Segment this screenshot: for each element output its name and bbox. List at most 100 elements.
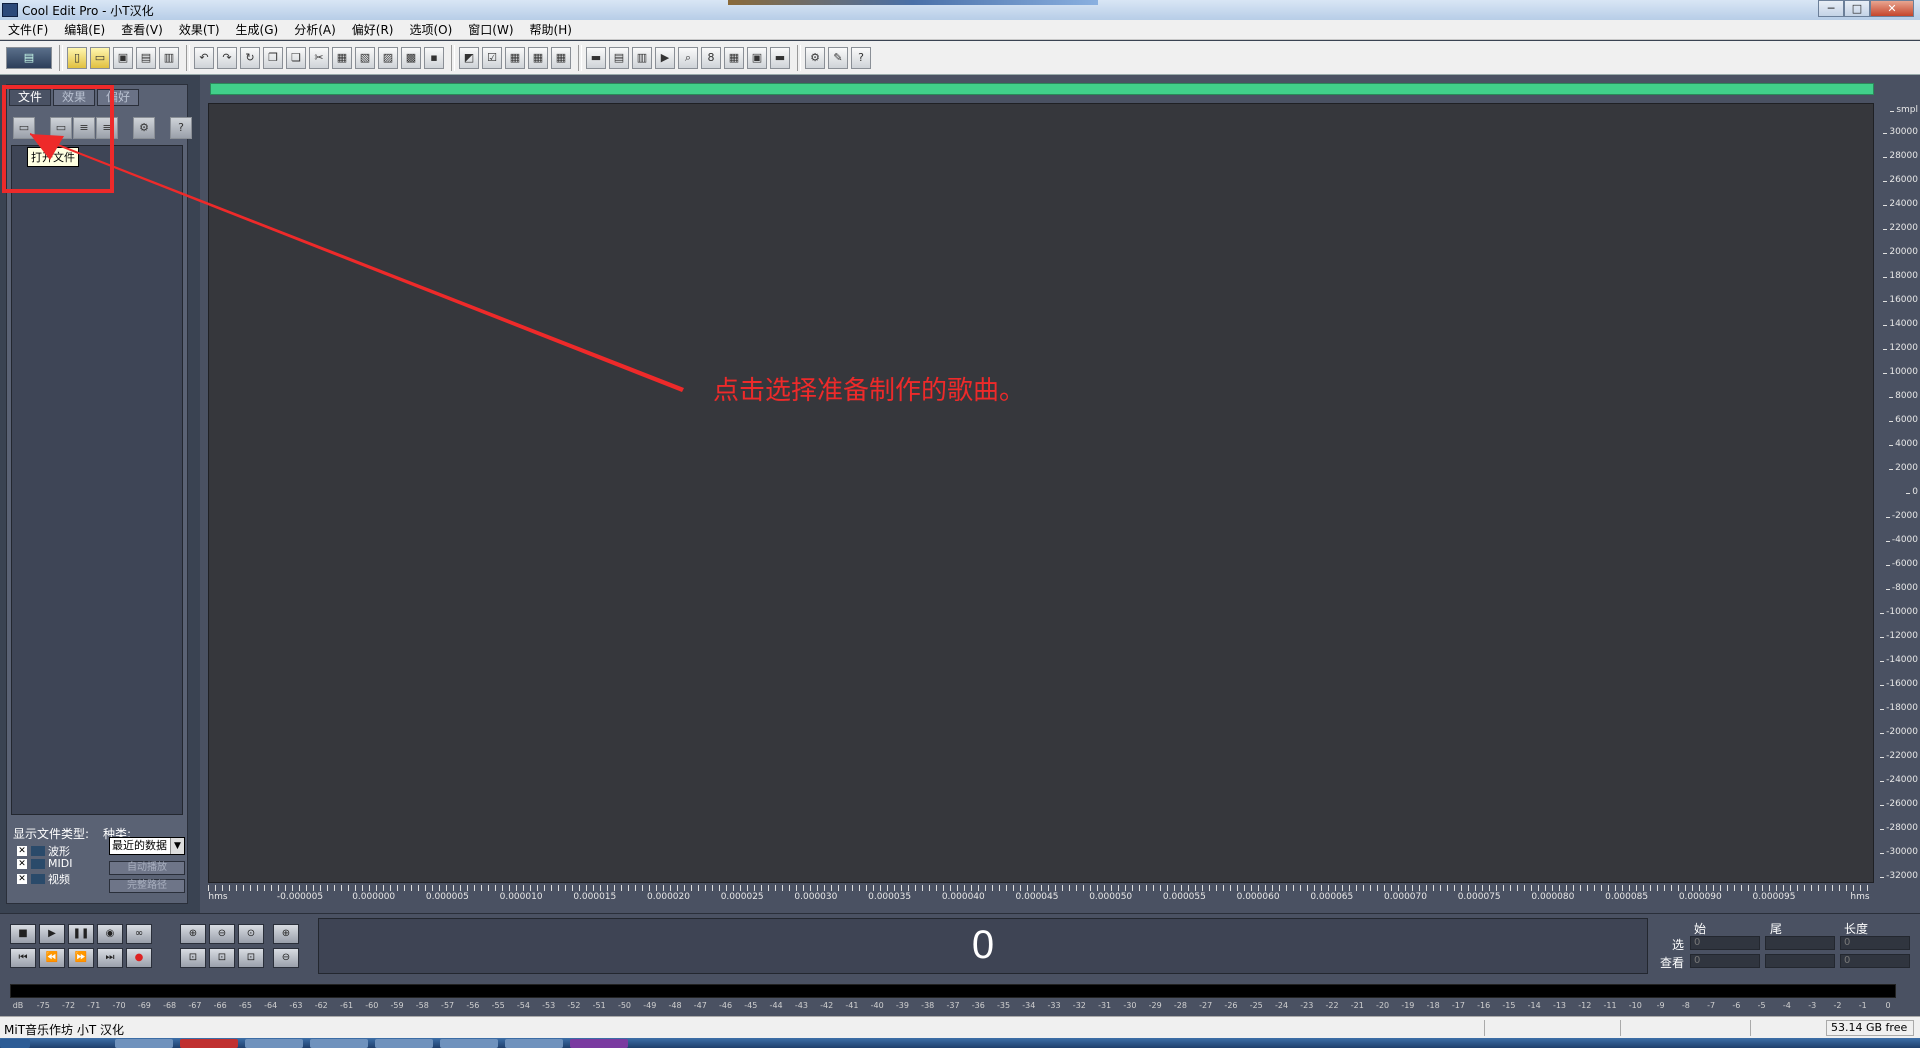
play-to-end-icon[interactable]: ◉ xyxy=(97,924,123,944)
kind-select[interactable]: 最近的数据 ▼ xyxy=(109,837,185,855)
zoom-out-icon[interactable]: ⊖ xyxy=(209,924,235,944)
menu-window[interactable]: 窗口(W) xyxy=(460,21,521,38)
meter-tick-label: -7 xyxy=(1707,1001,1716,1010)
menu-effects[interactable]: 效果(T) xyxy=(171,21,228,38)
go-to-end-icon[interactable]: ⏭ xyxy=(97,948,123,968)
open-file-icon[interactable]: ▭ xyxy=(90,46,110,69)
type-midi-checkbox[interactable]: ✕ MIDI xyxy=(17,857,72,870)
taskbar-item[interactable] xyxy=(115,1039,173,1048)
zoom-out-vertical-icon[interactable]: ⊖ xyxy=(273,948,299,968)
multitrack-toggle-icon[interactable]: ▤ xyxy=(6,46,52,69)
menu-view[interactable]: 查看(V) xyxy=(113,21,171,38)
zoom-full-icon[interactable]: ⊙ xyxy=(238,924,264,944)
minimize-button[interactable]: ─ xyxy=(1818,0,1844,17)
zoom-right-icon[interactable]: ⊡ xyxy=(209,948,235,968)
help-icon[interactable]: ? xyxy=(851,46,871,69)
go-to-start-icon[interactable]: ⏮ xyxy=(10,948,36,968)
zoom-in-icon[interactable]: ⊕ xyxy=(180,924,206,944)
context-help-icon[interactable]: ✎ xyxy=(828,46,848,69)
header-begin: 始 xyxy=(1694,922,1707,936)
maximize-button[interactable]: □ xyxy=(1844,0,1870,17)
status-bar-icon[interactable]: ▬ xyxy=(770,46,790,69)
play-icon[interactable]: ▶ xyxy=(39,924,65,944)
selection-length-field[interactable]: 0 xyxy=(1840,936,1910,950)
waveform-display[interactable] xyxy=(208,103,1874,883)
menu-edit[interactable]: 编辑(E) xyxy=(56,21,113,38)
auto-play-button[interactable]: 自动播放 xyxy=(109,861,185,875)
level-meter-icon[interactable]: ▣ xyxy=(747,46,767,69)
menu-file[interactable]: 文件(F) xyxy=(0,21,56,38)
spectral-icon[interactable]: ▤ xyxy=(609,46,629,69)
delete-silence-icon[interactable]: ▪ xyxy=(424,46,444,69)
undo-icon[interactable]: ↶ xyxy=(194,46,214,69)
paste-new-icon[interactable]: ▧ xyxy=(355,46,375,69)
trim-icon[interactable]: ▩ xyxy=(401,46,421,69)
edit-icon[interactable]: ⚙ xyxy=(133,117,155,139)
checkbox-video[interactable]: ✕ xyxy=(17,874,27,884)
file-list[interactable] xyxy=(11,145,183,815)
new-file-icon[interactable]: ▯ xyxy=(67,46,87,69)
taskbar-item[interactable] xyxy=(505,1039,563,1048)
start-button[interactable] xyxy=(0,1039,30,1048)
counter-icon[interactable]: ▦ xyxy=(724,46,744,69)
taskbar-item[interactable] xyxy=(570,1039,628,1048)
cut-icon[interactable]: ✂ xyxy=(309,46,329,69)
x-tick-label: 0.000075 xyxy=(1457,892,1501,902)
spectral-view-icon[interactable]: ◩ xyxy=(459,46,479,69)
record-icon[interactable]: ● xyxy=(126,948,152,968)
cue-list-icon[interactable]: ▦ xyxy=(551,46,571,69)
menu-analyze[interactable]: 分析(A) xyxy=(286,21,344,38)
markers-icon[interactable]: ▦ xyxy=(528,46,548,69)
checkbox-midi[interactable]: ✕ xyxy=(17,858,27,869)
chevron-down-icon[interactable]: ▼ xyxy=(170,838,184,854)
menu-options[interactable]: 选项(O) xyxy=(401,21,460,38)
close-file-icon[interactable]: ▥ xyxy=(159,46,179,69)
taskbar-item[interactable] xyxy=(180,1039,238,1048)
fast-forward-icon[interactable]: ⏩ xyxy=(68,948,94,968)
grid-icon[interactable]: ▦ xyxy=(505,46,525,69)
menu-help[interactable]: 帮助(H) xyxy=(522,21,580,38)
mix-paste-icon[interactable]: ▨ xyxy=(378,46,398,69)
taskbar-item[interactable] xyxy=(310,1039,368,1048)
overview-bar[interactable] xyxy=(210,83,1874,95)
view-length-field[interactable]: 0 xyxy=(1840,954,1910,968)
settings-icon[interactable]: ⚙ xyxy=(805,46,825,69)
panel-help-icon[interactable]: ? xyxy=(170,117,192,139)
full-path-button[interactable]: 完整路径 xyxy=(109,879,185,893)
type-video-checkbox[interactable]: ✕ 视频 xyxy=(17,871,70,887)
x-tick-label: 0.000000 xyxy=(352,892,396,902)
checkbox-waveform[interactable]: ✕ xyxy=(17,846,27,856)
zoom-window-icon[interactable]: ⌕ xyxy=(678,46,698,69)
menu-favorites[interactable]: 偏好(R) xyxy=(344,21,402,38)
view-begin-field[interactable]: 0 xyxy=(1690,954,1760,968)
zoom-in-vertical-icon[interactable]: ⊕ xyxy=(273,924,299,944)
taskbar-item[interactable] xyxy=(375,1039,433,1048)
waveform-view-icon[interactable]: ▬ xyxy=(586,46,606,69)
y-tick-label: -28000 xyxy=(1880,823,1918,833)
snap-icon[interactable]: ☑ xyxy=(482,46,502,69)
zoom-left-icon[interactable]: ⊡ xyxy=(180,948,206,968)
redo-icon[interactable]: ↷ xyxy=(217,46,237,69)
stop-icon[interactable]: ■ xyxy=(10,924,36,944)
repeat-icon[interactable]: ↻ xyxy=(240,46,260,69)
taskbar-item[interactable] xyxy=(245,1039,303,1048)
y-tick-label: 0 xyxy=(1906,487,1918,497)
time-format-icon[interactable]: 8 xyxy=(701,46,721,69)
view-end-field[interactable] xyxy=(1765,954,1835,968)
zoom-selection-icon[interactable]: ⊡ xyxy=(238,948,264,968)
close-button[interactable]: ✕ xyxy=(1870,0,1914,17)
copy-new-icon[interactable]: ❏ xyxy=(286,46,306,69)
frequency-icon[interactable]: ▥ xyxy=(632,46,652,69)
pause-icon[interactable]: ❚❚ xyxy=(68,924,94,944)
selection-end-field[interactable] xyxy=(1765,936,1835,950)
paste-icon[interactable]: ▦ xyxy=(332,46,352,69)
play-list-icon[interactable]: ▶ xyxy=(655,46,675,69)
taskbar-item[interactable] xyxy=(440,1039,498,1048)
copy-icon[interactable]: ❐ xyxy=(263,46,283,69)
save-icon[interactable]: ▣ xyxy=(113,46,133,69)
rewind-icon[interactable]: ⏪ xyxy=(39,948,65,968)
save-as-icon[interactable]: ▤ xyxy=(136,46,156,69)
selection-begin-field[interactable]: 0 xyxy=(1690,936,1760,950)
menu-generate[interactable]: 生成(G) xyxy=(228,21,287,38)
loop-icon[interactable]: ∞ xyxy=(126,924,152,944)
